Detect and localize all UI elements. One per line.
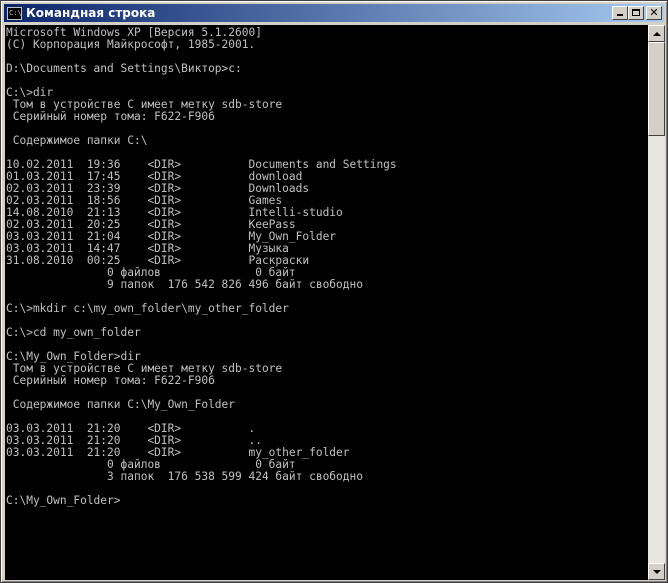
arrow-down-icon xyxy=(653,570,661,574)
console-line: C:\My_Own_Folder> xyxy=(6,494,121,507)
close-button[interactable]: ✕ xyxy=(646,6,662,20)
console-line: C:\>mkdir c:\my_own_folder\my_other_fold… xyxy=(6,302,289,315)
cmd-icon[interactable]: C:\ xyxy=(7,6,22,20)
console-output-area[interactable]: Microsoft Windows XP [Версия 5.1.2600] (… xyxy=(5,25,648,580)
minimize-icon xyxy=(613,7,627,19)
scroll-up-button[interactable] xyxy=(648,25,665,42)
close-icon: ✕ xyxy=(649,6,659,19)
scroll-down-button[interactable] xyxy=(648,563,665,580)
arrow-up-icon xyxy=(653,32,661,36)
console-line: 3 папок 176 538 599 424 байт свободно xyxy=(6,470,363,483)
console-line: Содержимое папки C:\ xyxy=(6,134,148,147)
console-line: (С) Корпорация Майкрософт, 1985-2001. xyxy=(6,38,256,51)
console-line: D:\Documents and Settings\Виктор>c: xyxy=(6,62,242,75)
minimize-button[interactable] xyxy=(612,6,628,20)
console-line: C:\>cd my_own_folder xyxy=(6,326,141,339)
console-line: Содержимое папки C:\My_Own_Folder xyxy=(6,398,236,411)
console-line: Серийный номер тома: F622-F906 xyxy=(6,374,215,387)
scroll-thumb[interactable] xyxy=(648,42,665,136)
command-prompt-window: C:\ Командная строка ✕ Microsoft Windows… xyxy=(0,0,668,583)
maximize-icon xyxy=(629,7,643,19)
console-line: Серийный номер тома: F622-F906 xyxy=(6,110,215,123)
maximize-button[interactable] xyxy=(628,6,644,20)
console-text: Microsoft Windows XP [Версия 5.1.2600] (… xyxy=(5,25,648,507)
title-buttons: ✕ xyxy=(612,6,662,20)
window-title: Командная строка xyxy=(26,6,156,20)
console-line: 9 папок 176 542 826 496 байт свободно xyxy=(6,278,363,291)
title-bar[interactable]: C:\ Командная строка ✕ xyxy=(4,4,664,22)
vertical-scrollbar[interactable] xyxy=(648,25,665,580)
